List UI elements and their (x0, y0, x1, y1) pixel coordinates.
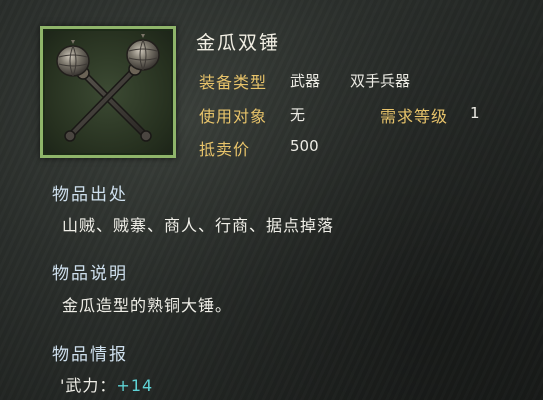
intel-title: 物品情报 (52, 345, 128, 365)
equip-subtype-value: 双手兵器 (350, 72, 411, 90)
equip-type-value: 武器 (290, 72, 321, 90)
item-tooltip-panel: 金瓜双锤 装备类型 武器 双手兵器 使用对象 无 需求等级 1 抵卖价 500 … (0, 0, 543, 400)
level-value: 1 (470, 104, 480, 122)
description-title: 物品说明 (52, 264, 128, 284)
price-label: 抵卖价 (199, 140, 251, 159)
double-hammer-icon (56, 34, 160, 142)
source-text: 山贼、贼寨、商人、行商、据点掉落 (62, 216, 335, 235)
target-label: 使用对象 (199, 107, 268, 126)
intel-stat-row: '武力：+14 (60, 372, 153, 396)
item-icon-frame (40, 26, 176, 158)
target-value: 无 (290, 106, 306, 124)
item-name: 金瓜双锤 (196, 32, 281, 54)
price-value: 500 (290, 137, 319, 155)
description-text: 金瓜造型的熟铜大锤。 (62, 296, 233, 315)
intel-stat-value: +14 (116, 376, 154, 395)
intel-stat-label: 武力： (65, 376, 117, 395)
source-title: 物品出处 (52, 185, 128, 205)
level-label: 需求等级 (380, 107, 449, 126)
equip-type-label: 装备类型 (199, 73, 268, 92)
